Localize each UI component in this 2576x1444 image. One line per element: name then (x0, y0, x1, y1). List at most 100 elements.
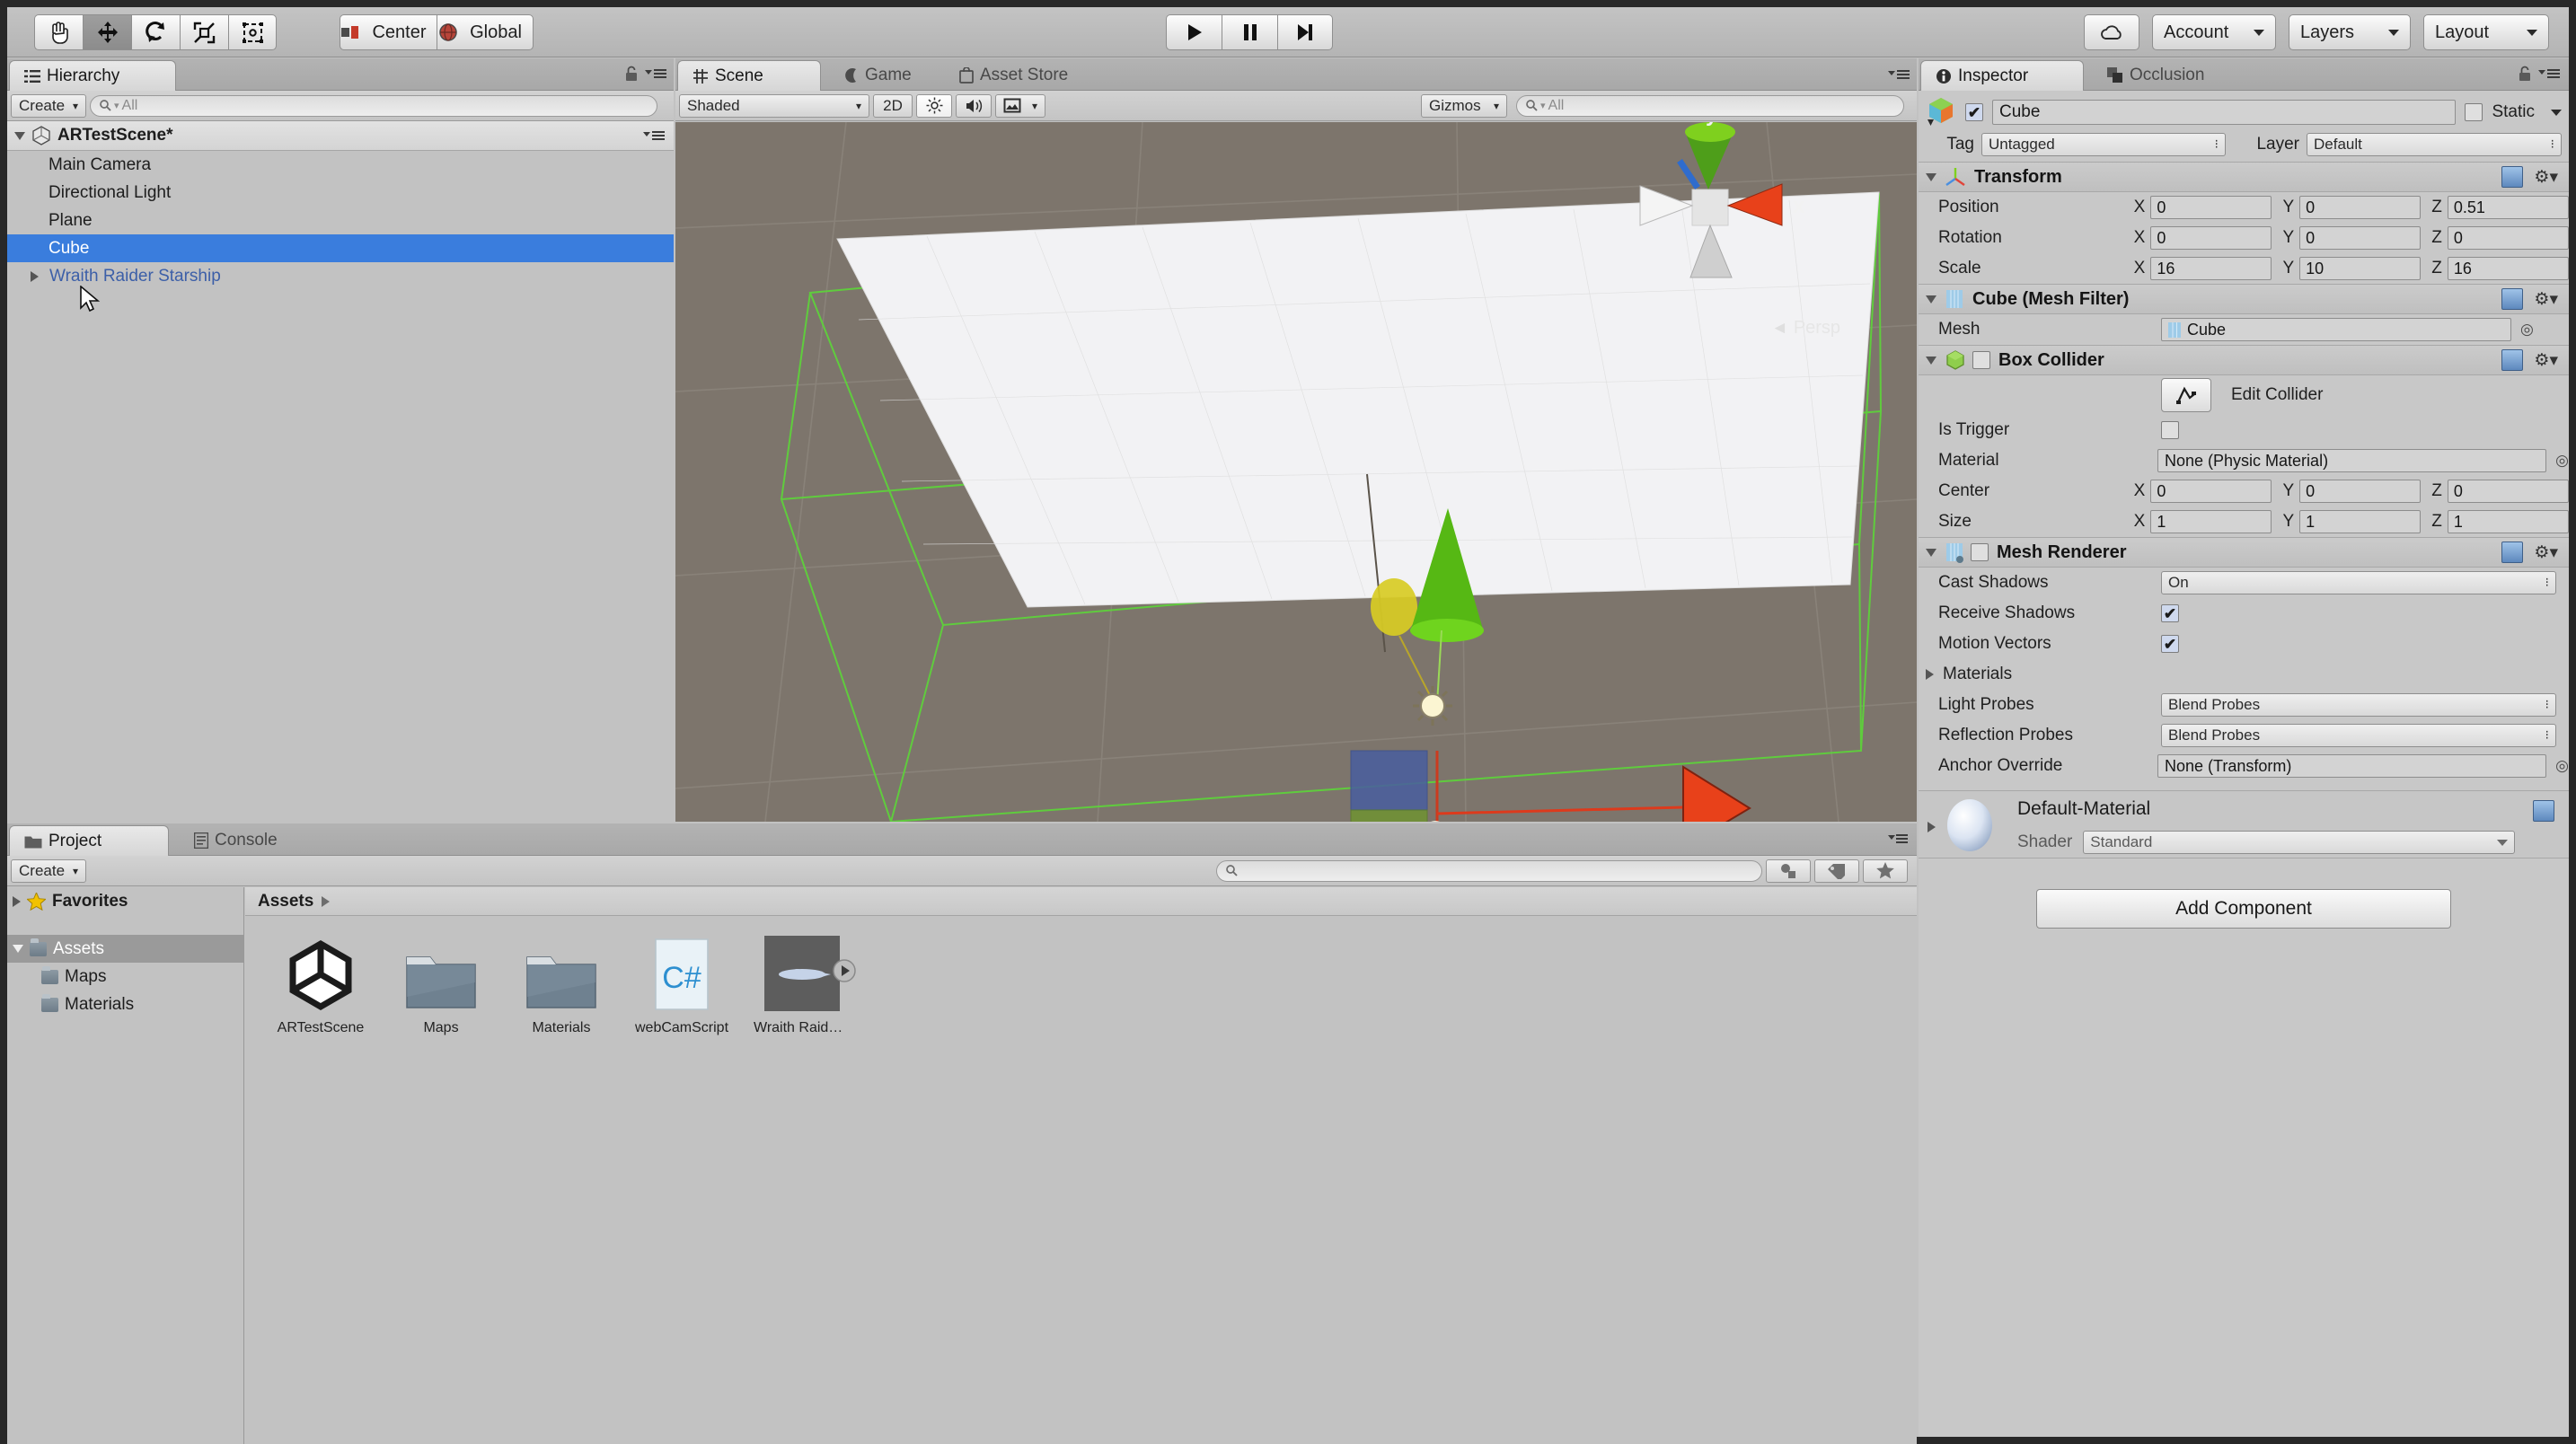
rotation-y-input[interactable]: 0 (2299, 226, 2421, 250)
tag-dropdown[interactable]: Untagged ⁝ (1981, 133, 2226, 156)
mesh-object-field[interactable]: Cube (2161, 318, 2511, 341)
position-y-input[interactable]: 0 (2299, 196, 2421, 219)
reflection-probes-dropdown[interactable]: Blend Probes ⁝ (2161, 724, 2556, 747)
anchor-override-field[interactable]: None (Transform) (2157, 754, 2546, 778)
gear-icon[interactable]: ⚙▾ (2534, 542, 2558, 563)
help-icon[interactable] (2501, 542, 2523, 563)
panel-menu-icon[interactable] (645, 66, 666, 81)
receive-shadows-checkbox[interactable]: ✔ (2161, 604, 2179, 622)
help-icon[interactable] (2501, 288, 2523, 310)
component-header-transform[interactable]: Transform ⚙▾ (1919, 162, 2569, 192)
play-button[interactable] (1166, 14, 1222, 50)
tab-game[interactable]: Game (830, 60, 947, 91)
position-x-input[interactable]: 0 (2150, 196, 2272, 219)
hierarchy-item-main-camera[interactable]: Main Camera (7, 151, 674, 179)
tab-project[interactable]: Project (9, 825, 169, 856)
motion-vectors-checkbox[interactable]: ✔ (2161, 635, 2179, 653)
hierarchy-create-button[interactable]: Create ▾ (11, 94, 86, 118)
help-icon[interactable] (2501, 166, 2523, 188)
static-checkbox[interactable] (2465, 103, 2483, 121)
project-search-input[interactable] (1216, 860, 1762, 882)
edit-collider-button[interactable] (2161, 378, 2211, 412)
chevron-down-icon[interactable] (1926, 173, 1936, 181)
tab-hierarchy[interactable]: Hierarchy (9, 60, 176, 91)
project-tree-item-assets[interactable]: Assets (7, 935, 243, 963)
tab-inspector[interactable]: Inspector (1920, 60, 2084, 91)
hand-tool-button[interactable] (34, 14, 83, 50)
is-trigger-checkbox[interactable] (2161, 421, 2179, 439)
box-collider-enabled-checkbox[interactable] (1972, 351, 1990, 369)
hierarchy-item-wraith-raider-starship[interactable]: Wraith Raider Starship (7, 262, 674, 290)
filter-by-favorite-button[interactable] (1863, 859, 1908, 883)
size-z-input[interactable]: 1 (2448, 510, 2569, 533)
scene-menu-icon[interactable] (643, 128, 665, 143)
project-tree-item-materials[interactable]: Materials (7, 991, 243, 1018)
cloud-button[interactable] (2084, 14, 2139, 50)
gear-icon[interactable]: ⚙▾ (2534, 350, 2558, 371)
light-probes-dropdown[interactable]: Blend Probes ⁝ (2161, 693, 2556, 717)
asset-item-maps[interactable]: Maps (393, 936, 490, 1036)
layout-dropdown[interactable]: Layout (2423, 14, 2549, 50)
project-panel-menu-icon[interactable] (1888, 832, 1908, 847)
step-button[interactable] (1277, 14, 1333, 50)
layers-dropdown[interactable]: Layers (2289, 14, 2411, 50)
projection-indicator[interactable]: ◄ Persp (1771, 318, 1840, 339)
scene-search-input[interactable]: ▾ All (1516, 95, 1904, 117)
rotation-x-input[interactable]: 0 (2150, 226, 2272, 250)
pause-button[interactable] (1222, 14, 1277, 50)
tab-scene[interactable]: Scene (677, 60, 821, 91)
scene-fx-button[interactable]: ▾ (995, 94, 1045, 118)
hierarchy-scene-row[interactable]: ARTestScene* (7, 121, 674, 151)
rotation-z-input[interactable]: 0 (2448, 226, 2569, 250)
hierarchy-item-directional-light[interactable]: Directional Light (7, 179, 674, 207)
chevron-down-icon[interactable] (1926, 549, 1936, 557)
add-component-button[interactable]: Add Component (2036, 889, 2451, 929)
move-tool-button[interactable] (83, 14, 131, 50)
scene-panel-menu-icon[interactable] (1888, 67, 1910, 82)
size-y-input[interactable]: 1 (2299, 510, 2421, 533)
scene-viewport[interactable]: y x ◄ Persp (675, 122, 1917, 822)
tab-occlusion[interactable]: Occlusion (2093, 60, 2263, 91)
cast-shadows-dropdown[interactable]: On ⁝ (2161, 571, 2556, 594)
chevron-down-icon[interactable] (2551, 110, 2562, 116)
object-picker-icon[interactable]: ◎ (2555, 452, 2569, 470)
physic-material-field[interactable]: None (Physic Material) (2157, 449, 2546, 472)
filter-by-type-button[interactable] (1766, 859, 1811, 883)
materials-foldout-row[interactable]: Materials (1919, 659, 2569, 690)
hierarchy-item-plane[interactable]: Plane (7, 207, 674, 234)
chevron-right-icon[interactable] (1926, 669, 1934, 680)
object-enabled-checkbox[interactable]: ✔ (1965, 103, 1983, 121)
scale-tool-button[interactable] (180, 14, 228, 50)
scale-y-input[interactable]: 10 (2299, 257, 2421, 280)
help-icon[interactable] (2501, 349, 2523, 371)
project-tree-item-maps[interactable]: Maps (7, 963, 243, 991)
chevron-right-icon[interactable] (13, 896, 21, 907)
layer-dropdown[interactable]: Default ⁝ (2307, 133, 2562, 156)
asset-item-webcamscript[interactable]: C# webCamScript (633, 936, 730, 1036)
space-mode-button[interactable]: Global (437, 14, 534, 50)
shader-dropdown[interactable]: Standard (2083, 831, 2515, 854)
chevron-down-icon[interactable] (14, 132, 25, 140)
mesh-renderer-enabled-checkbox[interactable] (1971, 543, 1989, 561)
2d-toggle-button[interactable]: 2D (873, 94, 913, 118)
gizmos-dropdown[interactable]: Gizmos ▾ (1421, 94, 1507, 118)
account-dropdown[interactable]: Account (2152, 14, 2276, 50)
object-name-input[interactable]: Cube (1992, 100, 2456, 125)
pivot-mode-button[interactable]: Center (340, 14, 437, 50)
object-picker-icon[interactable]: ◎ (2520, 321, 2534, 339)
center-y-input[interactable]: 0 (2299, 480, 2421, 503)
object-picker-icon[interactable]: ◎ (2555, 757, 2569, 775)
asset-item-artestscene[interactable]: ARTestScene (272, 936, 369, 1036)
hierarchy-item-cube[interactable]: Cube (7, 234, 674, 262)
rect-tool-button[interactable] (228, 14, 277, 50)
scale-z-input[interactable]: 16 (2448, 257, 2569, 280)
gear-icon[interactable]: ⚙▾ (2534, 167, 2558, 188)
filter-by-label-button[interactable] (1814, 859, 1859, 883)
chevron-down-icon[interactable] (1926, 357, 1936, 365)
component-header-box-collider[interactable]: Box Collider ⚙▾ (1919, 345, 2569, 375)
project-create-button[interactable]: Create ▾ (11, 859, 86, 883)
gear-icon[interactable]: ⚙▾ (2534, 289, 2558, 310)
chevron-down-icon[interactable] (13, 945, 23, 953)
chevron-right-icon[interactable] (31, 271, 39, 282)
scene-lighting-button[interactable] (916, 94, 952, 118)
